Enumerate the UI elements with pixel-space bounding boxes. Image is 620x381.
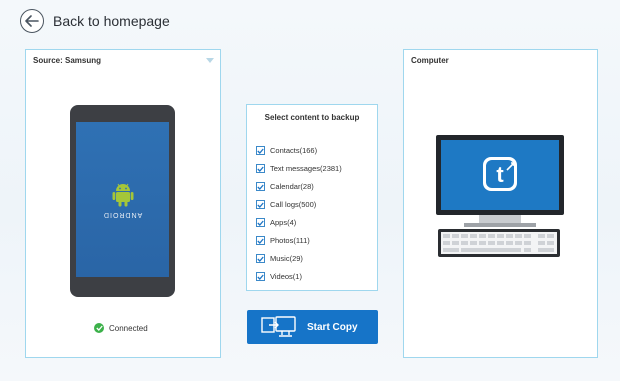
- svg-text:t: t: [496, 162, 504, 187]
- destination-title: Computer: [411, 56, 449, 65]
- option-call-logs[interactable]: Call logs(500): [256, 200, 316, 209]
- option-label: Videos(1): [270, 272, 302, 281]
- transfer-screens-icon: [261, 316, 296, 337]
- start-copy-button[interactable]: Start Copy: [247, 310, 378, 344]
- checkbox-checked-icon[interactable]: [256, 272, 265, 281]
- option-apps[interactable]: Apps(4): [256, 218, 296, 227]
- checkbox-checked-icon[interactable]: [256, 218, 265, 227]
- checkbox-checked-icon[interactable]: [256, 254, 265, 263]
- connection-status-label: Connected: [109, 323, 148, 333]
- check-circle-icon: [94, 323, 104, 333]
- content-selection-title: Select content to backup: [264, 113, 360, 122]
- option-label: Calendar(28): [270, 182, 314, 191]
- option-photos[interactable]: Photos(111): [256, 236, 310, 245]
- option-label: Contacts(166): [270, 146, 318, 155]
- option-label: Call logs(500): [270, 200, 317, 209]
- option-music[interactable]: Music(29): [256, 254, 303, 263]
- checkbox-checked-icon[interactable]: [256, 200, 265, 209]
- destination-computer-panel: Computer t: [403, 49, 598, 358]
- back-to-homepage-button[interactable]: Back to homepage: [20, 9, 170, 33]
- option-text-messages[interactable]: Text messages(2381): [256, 164, 342, 173]
- option-label: Photos(111): [270, 236, 310, 245]
- android-robot-icon: [112, 183, 133, 207]
- option-videos[interactable]: Videos(1): [256, 272, 302, 281]
- back-arrow-icon: [20, 9, 44, 33]
- option-contacts[interactable]: Contacts(166): [256, 146, 317, 155]
- option-calendar[interactable]: Calendar(28): [256, 182, 314, 191]
- option-label: Music(29): [270, 254, 303, 263]
- phone-screen: ANDROID: [76, 122, 169, 277]
- checkbox-checked-icon[interactable]: [256, 182, 265, 191]
- source-device-panel: Source: Samsung ANDROID Connected: [25, 49, 221, 358]
- source-title: Source: Samsung: [33, 56, 102, 65]
- option-label: Text messages(2381): [270, 164, 342, 173]
- start-copy-label: Start Copy: [307, 321, 358, 333]
- back-label: Back to homepage: [53, 13, 170, 29]
- phone-image: ANDROID: [70, 105, 175, 297]
- computer-image: t: [436, 135, 564, 257]
- checkbox-checked-icon[interactable]: [256, 236, 265, 245]
- content-selection-panel: Select content to backup Contacts(166) T…: [246, 104, 378, 291]
- source-dropdown-icon[interactable]: [206, 58, 214, 63]
- option-label: Apps(4): [270, 218, 297, 227]
- checkbox-checked-icon[interactable]: [256, 146, 265, 155]
- checkbox-checked-icon[interactable]: [256, 164, 265, 173]
- connection-status: Connected: [94, 323, 148, 333]
- android-logo-text: ANDROID: [102, 211, 143, 218]
